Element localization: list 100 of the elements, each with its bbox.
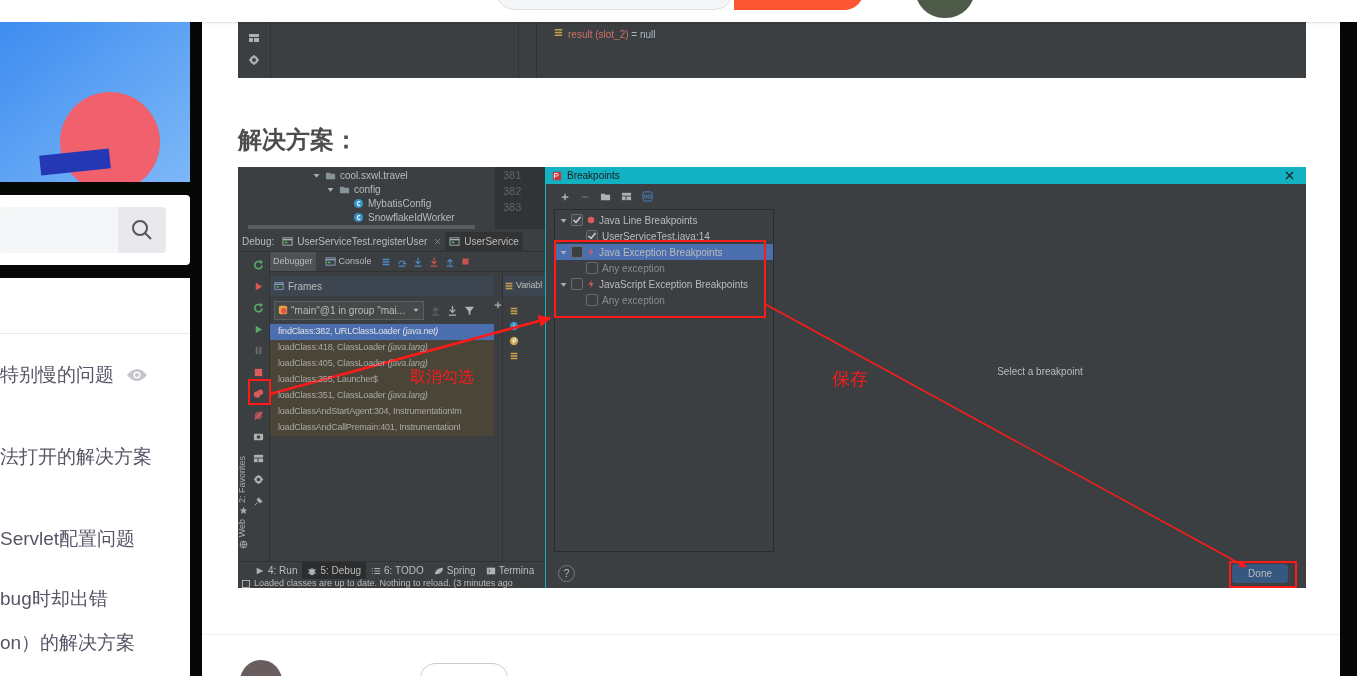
restart-icon[interactable]	[253, 302, 264, 314]
annotation-label: 保存	[832, 368, 868, 391]
checkbox[interactable]	[586, 230, 598, 242]
panel-title: Frames	[288, 279, 322, 294]
status-message: Loaded classes are up to date. Nothing to reload. (3 minutes ago	[254, 579, 513, 588]
breakpoint-item[interactable]: Any exception	[602, 260, 665, 276]
breakpoints-icon[interactable]	[253, 388, 264, 400]
run-config-icon	[449, 236, 461, 247]
article-title[interactable]: on）的解决方案	[0, 629, 136, 658]
highlight-frame	[248, 379, 271, 405]
breakpoint-group[interactable]: JavaScript Exception Breakpoints	[555, 276, 773, 292]
checkbox[interactable]	[571, 278, 583, 290]
checkbox[interactable]	[586, 294, 598, 306]
tool-window-tab[interactable]: Termina	[480, 562, 540, 579]
variable-icon	[509, 306, 519, 316]
tool-window-tab[interactable]: 5: Debug	[302, 562, 367, 579]
variable-value: result (slot_2) = null	[568, 28, 656, 42]
breakpoint-group[interactable]: Java Line Breakpoints	[555, 212, 773, 228]
settings-icon[interactable]	[253, 474, 264, 486]
checkbox[interactable]	[571, 246, 583, 258]
info-icon	[509, 321, 519, 331]
panel-title: Variabl	[516, 279, 542, 293]
article-title[interactable]: 法打开的解决方案	[0, 442, 152, 472]
tool-window-tab[interactable]: 6: TODO	[366, 562, 429, 579]
camera-icon[interactable]	[253, 431, 264, 443]
console-icon	[324, 256, 336, 267]
highlight-frame	[1229, 561, 1297, 588]
lightning-icon	[586, 247, 596, 257]
article-title[interactable]: Servlet配置问题	[0, 524, 136, 554]
debug-tab[interactable]: UserService	[445, 232, 523, 251]
search-button[interactable]	[118, 207, 166, 253]
variable-icon	[509, 351, 519, 361]
tool-window-tab[interactable]: Spring	[428, 562, 481, 579]
rerun-icon[interactable]	[253, 259, 264, 271]
tree-item[interactable]: config	[354, 181, 381, 197]
tool-window-icon	[371, 565, 382, 576]
debug-label: Debug:	[241, 235, 276, 249]
breakpoint-dot-icon	[586, 215, 596, 225]
group-icon[interactable]	[600, 191, 611, 202]
dropdown-caret-icon	[412, 306, 420, 314]
close-icon[interactable]	[1285, 171, 1294, 180]
add-icon[interactable]	[560, 191, 570, 202]
class-group-icon[interactable]	[642, 191, 653, 202]
stop-icon[interactable]	[253, 366, 264, 378]
tree-item[interactable]: SnowflakeIdWorker	[368, 209, 455, 225]
stack-frame[interactable]: loadClassAndCallPremain:401, InstrumentationI	[270, 420, 494, 436]
side-tool-label[interactable]: 2: Favorites	[238, 455, 250, 503]
annotation-label: 取消勾选	[410, 369, 474, 385]
side-tool-label[interactable]: Web	[238, 518, 250, 537]
resume-icon[interactable]	[253, 323, 264, 335]
variable-icon	[553, 27, 564, 38]
pin-icon[interactable]	[253, 495, 264, 507]
done-button[interactable]: Done	[1232, 563, 1288, 583]
resume-icon[interactable]	[253, 280, 264, 292]
file-group-icon[interactable]	[621, 191, 632, 202]
force-step-into-icon[interactable]	[428, 256, 439, 267]
layout-icon[interactable]	[248, 32, 260, 44]
run-config-icon	[282, 236, 294, 247]
tree-item[interactable]: MybatisConfig	[368, 195, 432, 211]
tree-item[interactable]: cool.sxwl.travel	[340, 167, 408, 183]
menu-icon[interactable]	[380, 256, 391, 267]
article-title[interactable]: 特别慢的问题	[0, 360, 114, 390]
pause-icon[interactable]	[253, 345, 264, 357]
class-icon	[353, 211, 364, 223]
app-icon	[552, 170, 562, 181]
stack-frame[interactable]: loadClass:418, ClassLoader (java.lang)	[270, 340, 494, 356]
tool-window-icon	[433, 565, 444, 576]
mute-breakpoints-icon[interactable]	[253, 409, 264, 421]
breakpoint-item[interactable]: Any exception	[602, 292, 665, 308]
tool-window-icon	[485, 565, 496, 576]
settings-icon[interactable]	[248, 54, 260, 66]
stack-frame[interactable]: loadClassAndStartAgent:304, InstrumentationIm	[270, 404, 494, 420]
eye-icon	[126, 368, 148, 382]
stack-frame[interactable]: findClass:382, URLClassLoader (java.net)	[270, 324, 494, 340]
frames-icon	[274, 281, 284, 291]
lightning-icon	[586, 279, 596, 289]
drop-frame-icon[interactable]	[460, 257, 470, 266]
variables-icon	[504, 281, 514, 291]
thread-dropdown[interactable]: "main"@1 in group "mai...	[274, 300, 424, 320]
add-icon[interactable]	[493, 300, 503, 310]
stack-frame[interactable]: loadClass:351, ClassLoader (java.lang)	[270, 388, 494, 404]
breakpoint-item[interactable]: UserServiceTest.java:14	[602, 228, 710, 244]
star-icon	[238, 505, 248, 515]
search-icon	[131, 219, 153, 241]
panel-tab[interactable]: Debugger	[270, 252, 316, 271]
section-heading: 解决方案：	[238, 125, 359, 155]
down-arrow-icon[interactable]	[447, 304, 458, 316]
banner-illustration[interactable]	[0, 22, 190, 182]
step-into-icon[interactable]	[412, 256, 423, 267]
filter-icon[interactable]	[464, 304, 475, 316]
panel-tab[interactable]: Console	[321, 252, 375, 271]
checkbox[interactable]	[586, 262, 598, 274]
layout-icon[interactable]	[253, 452, 264, 464]
thread-icon	[278, 305, 288, 315]
checkbox[interactable]	[571, 214, 583, 226]
tool-window-tab[interactable]: 4: Run	[250, 562, 303, 579]
globe-icon	[238, 540, 248, 549]
article-title[interactable]: bug时却出错	[0, 584, 136, 613]
class-icon	[353, 197, 364, 209]
step-out-icon[interactable]	[444, 256, 455, 267]
